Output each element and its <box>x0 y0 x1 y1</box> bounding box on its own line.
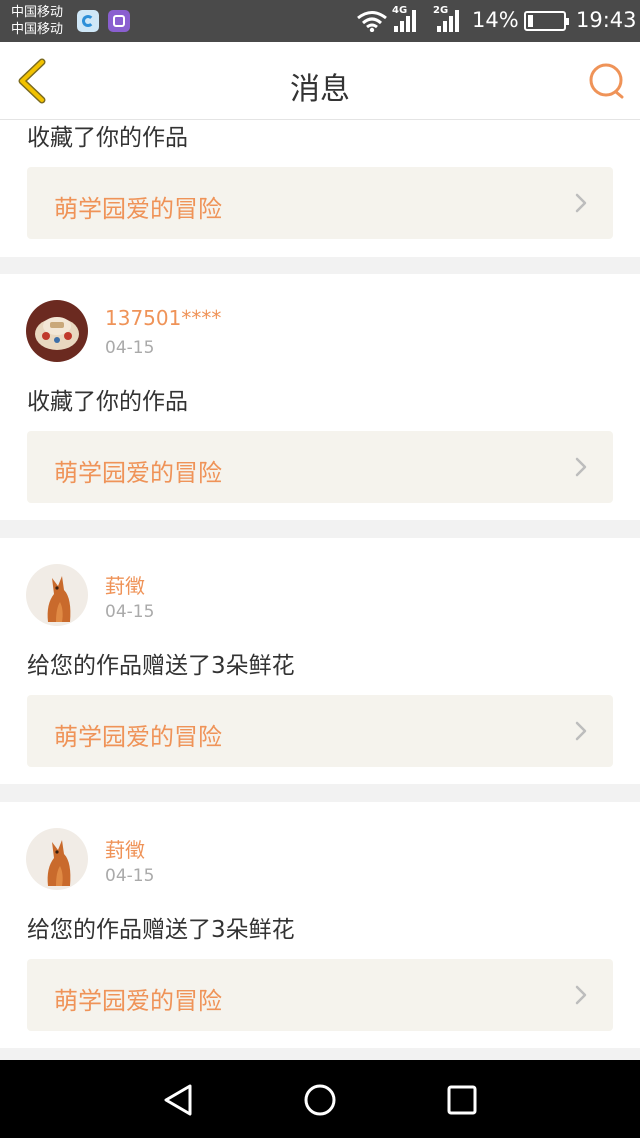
battery-percent: 14% <box>472 8 519 32</box>
nav-recents-button[interactable] <box>442 1080 482 1120</box>
clock: 19:43 <box>576 8 637 32</box>
message-date: 04-15 <box>105 602 155 622</box>
avatar[interactable] <box>26 300 88 362</box>
nav-home-button[interactable] <box>300 1080 340 1120</box>
avatar[interactable] <box>26 828 88 890</box>
work-title: 萌学园爱的冒险 <box>54 723 222 751</box>
app-header: 消息 <box>0 42 640 120</box>
message-card: 葑徵 04-15 给您的作品赠送了3朵鲜花 萌学园爱的冒险 <box>0 802 640 1048</box>
notification-app-icon <box>77 10 99 32</box>
gallery-notification-icon <box>108 10 130 32</box>
search-icon <box>589 63 624 99</box>
wifi-icon <box>357 11 387 32</box>
chevron-right-icon <box>575 985 587 1005</box>
status-bar: 中国移动 中国移动 4G 2G 14% 19:43 <box>0 0 640 42</box>
work-title: 萌学园爱的冒险 <box>54 459 222 487</box>
system-navigation-bar <box>0 1060 640 1138</box>
chevron-right-icon <box>575 457 587 477</box>
message-user-row: 葑徵 04-15 <box>0 802 640 890</box>
chevron-right-icon <box>575 721 587 741</box>
message-user-row: 葑徵 04-15 <box>0 538 640 626</box>
message-user-row: 137501**** 04-15 <box>0 274 640 362</box>
avatar[interactable] <box>26 564 88 626</box>
message-card: 葑徵 04-15 给您的作品赠送了3朵鲜花 萌学园爱的冒险 <box>0 538 640 784</box>
work-title: 萌学园爱的冒险 <box>54 195 222 223</box>
search-button[interactable] <box>588 62 626 100</box>
message-card: 137501**** 04-15 收藏了你的作品 萌学园爱的冒险 <box>0 274 640 520</box>
message-date: 04-15 <box>105 866 155 886</box>
message-action-text: 给您的作品赠送了3朵鲜花 <box>27 653 295 679</box>
carrier-names: 中国移动 中国移动 <box>11 4 63 38</box>
message-date: 04-15 <box>105 338 155 358</box>
page-title: 消息 <box>290 72 350 107</box>
work-link[interactable]: 萌学园爱的冒险 <box>27 431 613 503</box>
message-action-text: 给您的作品赠送了3朵鲜花 <box>27 917 295 943</box>
work-link[interactable]: 萌学园爱的冒险 <box>27 959 613 1031</box>
message-action-text: 收藏了你的作品 <box>27 389 188 415</box>
signal-strength-1-icon <box>392 10 418 32</box>
carrier-2: 中国移动 <box>11 22 64 37</box>
message-action-text: 收藏了你的作品 <box>27 125 188 151</box>
carrier-1: 中国移动 <box>11 5 64 20</box>
triangle-back-icon <box>164 1084 192 1116</box>
username[interactable]: 葑徵 <box>105 570 145 599</box>
chevron-right-icon <box>575 193 587 213</box>
signal-strength-2-icon <box>435 10 461 32</box>
message-card: 收藏了你的作品 萌学园爱的冒险 <box>0 120 640 257</box>
circle-home-icon <box>304 1084 336 1116</box>
screen: 中国移动 中国移动 4G 2G 14% 19:43 消息 收藏了你的作品 萌学园… <box>0 0 640 1138</box>
nav-back-button[interactable] <box>158 1080 198 1120</box>
battery-icon <box>524 11 569 31</box>
work-title: 萌学园爱的冒险 <box>54 987 222 1015</box>
username[interactable]: 137501**** <box>105 306 221 330</box>
username[interactable]: 葑徵 <box>105 834 145 863</box>
work-link[interactable]: 萌学园爱的冒险 <box>27 167 613 239</box>
message-list: 收藏了你的作品 萌学园爱的冒险 137501**** 04-15 收藏了你的作品… <box>0 120 640 1060</box>
square-recents-icon <box>447 1085 477 1115</box>
work-link[interactable]: 萌学园爱的冒险 <box>27 695 613 767</box>
